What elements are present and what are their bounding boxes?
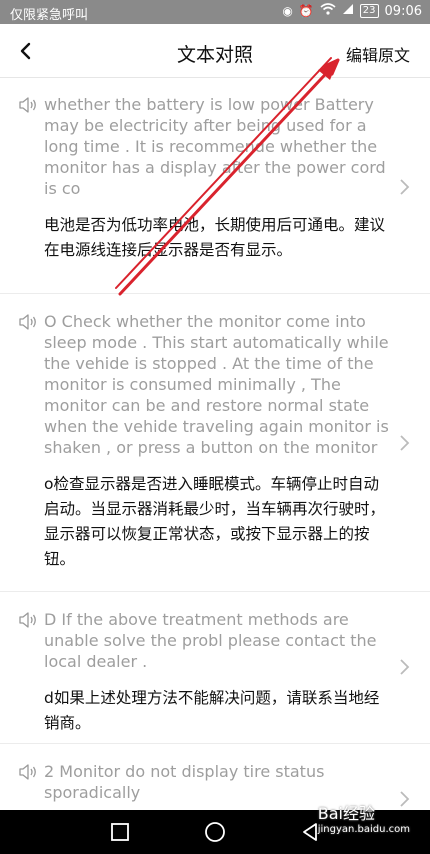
clock: 09:06 bbox=[384, 3, 422, 19]
status-bar: 仅限紧急呼叫 ◉ ⏰ 23 09:06 bbox=[0, 0, 430, 24]
list-item[interactable]: O Check whether the monitor come into sl… bbox=[0, 294, 430, 592]
chevron-right-icon bbox=[400, 659, 410, 675]
edit-original-button[interactable]: 编辑原文 bbox=[346, 42, 410, 66]
source-text: O Check whether the monitor come into sl… bbox=[44, 312, 389, 457]
recent-apps-icon[interactable] bbox=[108, 820, 132, 844]
chevron-right-icon bbox=[400, 435, 410, 451]
wifi-icon bbox=[320, 3, 336, 19]
speaker-icon[interactable] bbox=[18, 94, 44, 199]
carrier-status-text: 仅限紧急呼叫 bbox=[10, 8, 89, 23]
watermark-brand: Bai经验 bbox=[317, 804, 375, 823]
speaker-icon[interactable] bbox=[18, 311, 44, 458]
chevron-right-icon bbox=[400, 179, 410, 195]
translation-text: o检查显示器是否进入睡眠模式。车辆停止时自动启动。当显示器消耗最少时，当车辆再次… bbox=[44, 475, 386, 568]
list-item[interactable]: D If the above treatment methods are una… bbox=[0, 592, 430, 744]
speaker-icon[interactable] bbox=[18, 609, 44, 672]
translation-text: d如果上述处理方法不能解决问题，请联系当地经销商。 bbox=[44, 689, 380, 732]
source-text: 2 Monitor do not display tire status spo… bbox=[44, 762, 325, 802]
home-icon[interactable] bbox=[203, 820, 227, 844]
list-item[interactable]: whether the battery is low power Battery… bbox=[0, 78, 430, 294]
watermark: Bai经验 jingyan.baidu.com bbox=[318, 800, 410, 835]
eye-comfort-icon: ◉ bbox=[282, 4, 293, 18]
source-text: D If the above treatment methods are una… bbox=[44, 610, 377, 671]
source-text: whether the battery is low power Battery… bbox=[44, 95, 386, 198]
alarm-icon: ⏰ bbox=[298, 4, 314, 18]
status-icons: ◉ ⏰ 23 09:06 bbox=[282, 3, 422, 19]
header-bar: 文本对照 编辑原文 bbox=[0, 24, 430, 78]
translation-text: 电池是否为低功率电池，长期使用后可通电。建议在电源线连接后显示器是否有显示。 bbox=[44, 216, 386, 259]
battery-level: 23 bbox=[359, 4, 379, 18]
comparison-list: whether the battery is low power Battery… bbox=[0, 78, 430, 810]
speaker-icon[interactable] bbox=[18, 761, 44, 803]
signal-icon bbox=[342, 3, 354, 19]
watermark-url: jingyan.baidu.com bbox=[317, 824, 410, 835]
